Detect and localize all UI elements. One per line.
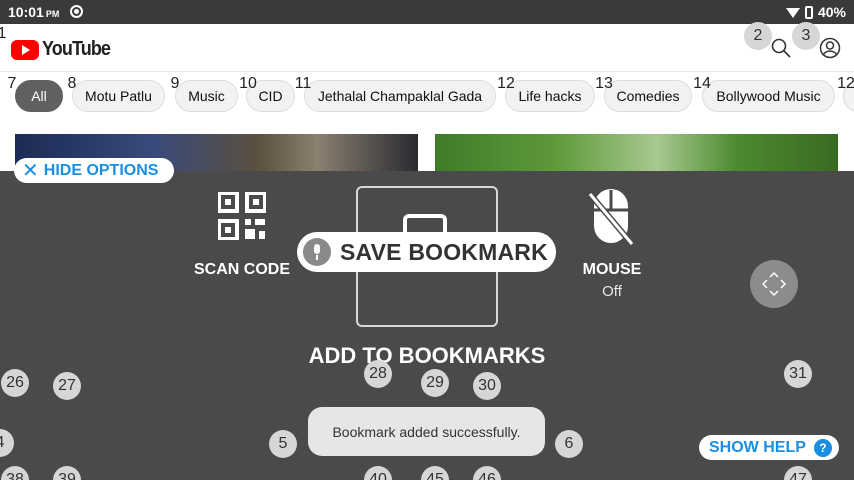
badge-31[interactable]: 31 (784, 360, 812, 388)
badge-6[interactable]: 6 (555, 430, 583, 458)
badge-5[interactable]: 5 (269, 430, 297, 458)
video-thumbnail[interactable] (435, 134, 838, 174)
badge-27[interactable]: 27 (53, 372, 81, 400)
mouse-state: Off (602, 283, 622, 300)
save-bookmark-command[interactable]: SAVE BOOKMARK (297, 232, 556, 272)
youtube-logo[interactable]: YouTube (11, 38, 118, 61)
hide-options-label: HIDE OPTIONS (43, 161, 159, 179)
badge-7[interactable]: 7 (2, 74, 22, 94)
chip-jethalal[interactable]: Jethalal Champaklal Gada (304, 80, 496, 112)
microphone-icon (303, 238, 331, 266)
badge-26[interactable]: 26 (1, 369, 29, 397)
help-icon: ? (813, 438, 832, 457)
badge-11[interactable]: 11 (291, 74, 315, 94)
status-time: 10:01 PM (8, 4, 60, 20)
badge-29[interactable]: 29 (421, 369, 449, 397)
chip-life-hacks[interactable]: Life hacks (505, 80, 595, 112)
chip-all[interactable]: All (15, 80, 63, 112)
close-icon: ✕ (22, 159, 39, 182)
badge-14[interactable]: 14 (690, 74, 714, 94)
chip-comedies[interactable]: Comedies (604, 80, 692, 112)
qr-code-icon[interactable] (218, 192, 266, 240)
save-bookmark-label: SAVE BOOKMARK (340, 238, 548, 265)
status-right: 40% (785, 4, 846, 20)
mouse-label[interactable]: MOUSE (572, 261, 652, 279)
badge-30[interactable]: 30 (473, 372, 501, 400)
badge-28[interactable]: 28 (364, 360, 392, 388)
status-bar: 10:01 PM 40% (0, 0, 854, 24)
battery-level: 40% (817, 4, 846, 20)
account-icon[interactable] (819, 37, 841, 59)
chip-bollywood-music[interactable]: Bollywood Music (702, 80, 835, 112)
badge-3[interactable]: 3 (792, 22, 820, 50)
mouse-off-icon[interactable] (588, 188, 634, 246)
badge-10[interactable]: 10 (236, 74, 260, 94)
badge-9[interactable]: 9 (165, 74, 185, 94)
show-help-button[interactable]: SHOW HELP ? (699, 435, 839, 460)
badge-13[interactable]: 13 (592, 74, 616, 94)
toast-message: Bookmark added successfully. (308, 407, 545, 456)
youtube-logo-text: YouTube (42, 38, 111, 60)
notification-icon (70, 5, 83, 18)
badge-12[interactable]: 12 (494, 74, 518, 94)
filter-chips: All Motu Patlu Music CID Jethalal Champa… (0, 80, 854, 114)
add-to-bookmarks-label[interactable]: ADD TO BOOKMARKS (300, 343, 554, 369)
scan-code-label[interactable]: SCAN CODE (190, 261, 294, 279)
chip-motu-patlu[interactable]: Motu Patlu (72, 80, 165, 112)
badge-2[interactable]: 2 (744, 22, 772, 50)
bookmark-icon (403, 214, 447, 232)
show-help-label: SHOW HELP (709, 438, 806, 456)
wifi-icon (785, 8, 800, 18)
scroll-nav-control[interactable] (750, 260, 798, 308)
hide-options-button[interactable]: ✕ HIDE OPTIONS (14, 158, 174, 183)
battery-icon (804, 5, 813, 19)
youtube-header: YouTube (0, 24, 854, 72)
badge-12-alt[interactable]: 12 (834, 74, 854, 94)
search-icon[interactable] (770, 37, 792, 59)
badge-8[interactable]: 8 (62, 74, 82, 94)
arrows-icon (761, 271, 787, 297)
youtube-play-icon (11, 39, 39, 60)
